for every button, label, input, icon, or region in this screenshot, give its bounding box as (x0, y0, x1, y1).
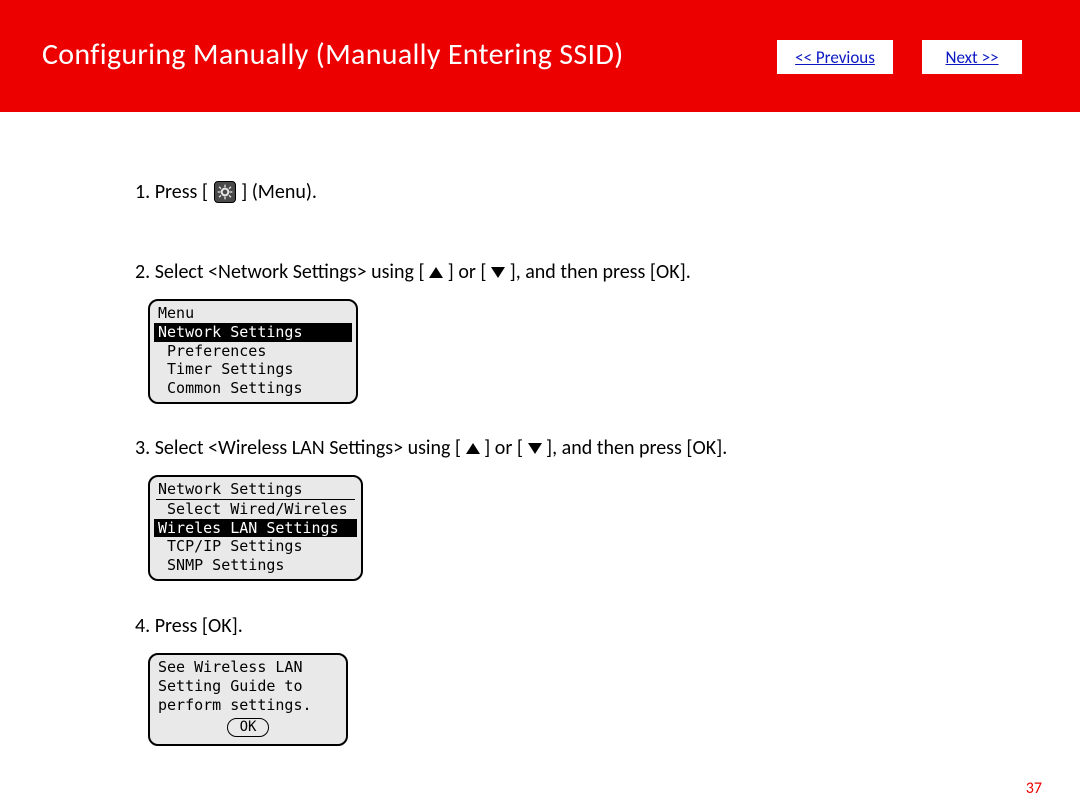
page-number: 37 (1026, 779, 1042, 798)
lcd1-row4: Common Settings (150, 379, 356, 398)
step-4: 4. Press [OK]. (135, 609, 243, 643)
lcd2-row1: Select Wired/Wireles (150, 500, 361, 519)
lcd2-title: Network Settings (150, 480, 361, 499)
step-1: 1. Press [ ] (Menu). (135, 175, 317, 210)
lcd1-row3: Timer Settings (150, 360, 356, 379)
lcd-screen-menu: Menu Network Settings Preferences Timer … (148, 299, 358, 404)
previous-button[interactable]: << Previous (777, 40, 893, 74)
lcd-screen-network: Network Settings Select Wired/Wireles Wi… (148, 475, 363, 581)
step1-text-b: ] (Menu). (241, 180, 317, 204)
next-link[interactable]: Next >> (945, 47, 998, 68)
step3-text-a: 3. Select <Wireless LAN Settings> using … (135, 436, 461, 460)
lcd3-ok-button: OK (227, 718, 269, 737)
lcd3-line3: perform settings. (150, 696, 346, 715)
up-arrow-icon (429, 267, 443, 278)
header-bar: Configuring Manually (Manually Entering … (0, 0, 1080, 112)
lcd1-row2: Preferences (150, 342, 356, 361)
step1-text-a: 1. Press [ (135, 180, 208, 204)
up-arrow-icon (466, 443, 480, 454)
manual-page: Configuring Manually (Manually Entering … (0, 0, 1080, 810)
step2-text-b: ] or [ (448, 260, 487, 284)
lcd-screen-message: See Wireless LAN Setting Guide to perfor… (148, 653, 348, 746)
previous-link[interactable]: << Previous (795, 47, 875, 68)
step-2: 2. Select <Network Settings> using [ ] o… (135, 255, 691, 289)
step-3: 3. Select <Wireless LAN Settings> using … (135, 431, 727, 465)
next-button[interactable]: Next >> (922, 40, 1022, 74)
step2-text-a: 2. Select <Network Settings> using [ (135, 260, 425, 284)
step2-text-c: ], and then press [OK]. (510, 260, 691, 284)
down-arrow-icon (491, 267, 505, 278)
lcd2-row3: TCP/IP Settings (150, 537, 361, 556)
lcd2-row4: SNMP Settings (150, 556, 361, 575)
gear-icon (214, 181, 236, 203)
down-arrow-icon (528, 443, 542, 454)
step3-text-b: ] or [ (484, 436, 523, 460)
lcd3-line2: Setting Guide to (150, 677, 346, 696)
lcd3-line1: See Wireless LAN (150, 658, 346, 677)
lcd2-selected: Wireles LAN Settings (154, 519, 357, 538)
menu-button-icon-wrap (214, 176, 236, 210)
content-area: 1. Press [ ] (Menu). 2. Select <Network … (0, 112, 1080, 810)
lcd1-selected: Network Settings (154, 323, 352, 342)
lcd1-title: Menu (150, 304, 356, 323)
step3-text-c: ], and then press [OK]. (546, 436, 727, 460)
page-title: Configuring Manually (Manually Entering … (42, 36, 624, 73)
